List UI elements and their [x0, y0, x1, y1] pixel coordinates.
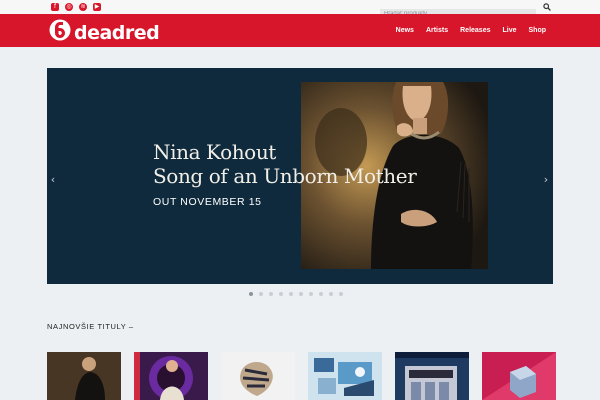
youtube-icon[interactable]: ▶: [93, 3, 101, 11]
slider-dot[interactable]: [329, 292, 333, 296]
slider-dot[interactable]: [289, 292, 293, 296]
logo-mark-icon: [49, 19, 71, 46]
chevron-right-icon[interactable]: ›: [541, 174, 551, 186]
instagram-icon[interactable]: ◎: [65, 3, 73, 11]
search-icon[interactable]: [542, 1, 552, 13]
hero-artist-name: Nina Kohout: [153, 140, 276, 164]
section-title: NAJNOVŠIE TITULY –: [47, 322, 134, 331]
slider-dot[interactable]: [339, 292, 343, 296]
site-header: deadred News Artists Releases Live Shop: [0, 14, 600, 47]
slider-dot[interactable]: [249, 292, 253, 296]
release-thumb-3[interactable]: [221, 352, 295, 400]
slider-dots: [249, 292, 343, 296]
release-thumb-1[interactable]: [47, 352, 121, 400]
chevron-left-icon[interactable]: ‹: [48, 174, 58, 186]
release-thumb-2[interactable]: [134, 352, 208, 400]
main-nav: News Artists Releases Live Shop: [396, 14, 546, 47]
spotify-icon[interactable]: ≋: [79, 3, 87, 11]
facebook-icon[interactable]: f: [51, 3, 59, 11]
nav-artists[interactable]: Artists: [426, 27, 448, 34]
logo[interactable]: deadred: [49, 19, 160, 46]
social-links: f ◎ ≋ ▶: [51, 3, 101, 11]
nav-shop[interactable]: Shop: [529, 27, 547, 34]
slider-dot[interactable]: [279, 292, 283, 296]
release-thumb-5[interactable]: [395, 352, 469, 400]
nav-live[interactable]: Live: [502, 27, 516, 34]
top-bar: f ◎ ≋ ▶: [0, 0, 600, 19]
release-thumb-6[interactable]: [482, 352, 556, 400]
slider-dot[interactable]: [299, 292, 303, 296]
hero-album-title: Song of an Unborn Mother: [153, 164, 417, 188]
nav-news[interactable]: News: [396, 27, 414, 34]
logo-text: deadred: [74, 21, 160, 44]
slider-dot[interactable]: [319, 292, 323, 296]
slider-dot[interactable]: [259, 292, 263, 296]
slider-dot[interactable]: [269, 292, 273, 296]
release-list: [47, 352, 556, 400]
nav-releases[interactable]: Releases: [460, 27, 490, 34]
release-thumb-4[interactable]: [308, 352, 382, 400]
hero-release-date: OUT NOVEMBER 15: [153, 196, 262, 208]
hero-title: Nina Kohout Song of an Unborn Mother: [153, 140, 417, 188]
slider-dot[interactable]: [309, 292, 313, 296]
hero-slider[interactable]: Nina Kohout Song of an Unborn Mother OUT…: [47, 68, 553, 284]
